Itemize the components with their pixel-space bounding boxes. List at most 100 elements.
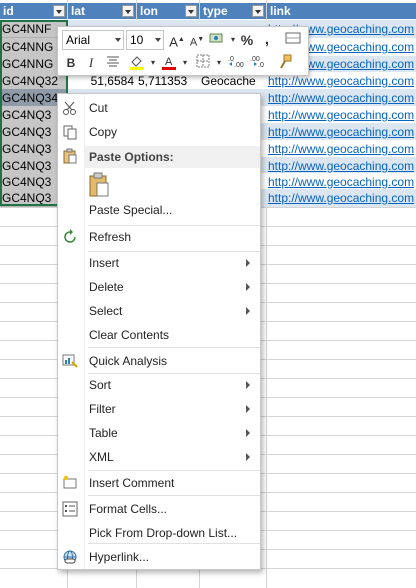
paste-options-heading: Paste Options: — [84, 146, 260, 168]
align-center-icon — [107, 56, 119, 67]
borders-icon — [196, 54, 210, 68]
percent-style-button[interactable]: % — [238, 31, 256, 49]
quick-analysis-icon — [62, 353, 78, 369]
menu-item-filter[interactable]: Filter — [58, 397, 260, 421]
font-color-dropdown[interactable]: ▾ — [176, 54, 194, 72]
accounting-format-icon — [209, 33, 223, 43]
menu-item-paste-special[interactable]: Paste Special... — [58, 198, 260, 222]
column-header-id[interactable]: id — [0, 3, 67, 19]
filter-dropdown-icon[interactable] — [53, 5, 65, 17]
menu-item-label: Table — [89, 426, 118, 440]
menu-item-label: Hyperlink... — [89, 550, 150, 564]
cell-link[interactable]: http://www.geocaching.com — [268, 123, 414, 141]
svg-text:.00: .00 — [234, 62, 244, 68]
column-header-label: id — [3, 4, 14, 18]
svg-text:.0: .0 — [258, 62, 264, 68]
format-painter-icon — [280, 54, 292, 69]
submenu-arrow-icon — [246, 307, 250, 315]
paint-bucket-icon — [130, 56, 144, 70]
paste-option-button[interactable] — [88, 172, 110, 198]
menu-item-insert[interactable]: Insert — [58, 251, 260, 275]
menu-item-label: XML — [89, 450, 114, 464]
column-header-type[interactable]: type — [200, 3, 266, 19]
font-size-select[interactable]: 10 — [126, 30, 164, 50]
menu-item-sort[interactable]: Sort — [58, 373, 260, 397]
menu-item-xml[interactable]: XML — [58, 445, 260, 469]
cell-link[interactable]: http://www.geocaching.com — [268, 89, 414, 107]
decrease-font-size-button[interactable]: A▼ — [188, 31, 206, 49]
column-header-lon[interactable]: lon — [137, 3, 199, 19]
column-header-label: link — [270, 4, 291, 18]
scissors-icon — [62, 100, 78, 116]
filter-dropdown-icon[interactable] — [185, 5, 197, 17]
column-header-label: type — [203, 4, 228, 18]
submenu-arrow-icon — [246, 429, 250, 437]
align-center-button[interactable] — [104, 54, 122, 72]
font-size-value: 10 — [130, 33, 144, 47]
context-menu: Cut Copy Paste Options: Paste Special...… — [57, 93, 261, 570]
menu-separator — [88, 347, 260, 348]
menu-item-label: Cut — [89, 101, 108, 115]
menu-separator — [88, 495, 260, 496]
menu-item-delete[interactable]: Delete — [58, 275, 260, 299]
copy-icon — [62, 124, 78, 140]
filter-dropdown-icon[interactable] — [122, 5, 134, 17]
merge-cells-icon — [285, 32, 301, 44]
submenu-arrow-icon — [246, 405, 250, 413]
refresh-icon — [62, 229, 78, 245]
menu-item-format-cells[interactable]: Format Cells... — [58, 497, 260, 521]
decrease-decimal-button[interactable]: .00.0 — [250, 54, 268, 72]
menu-item-select[interactable]: Select — [58, 299, 260, 323]
menu-item-refresh[interactable]: Refresh — [58, 225, 260, 249]
bold-button[interactable]: B — [62, 54, 80, 72]
borders-dropdown[interactable]: ▾ — [210, 54, 228, 72]
format-painter-button[interactable] — [276, 54, 294, 72]
decrease-decimal-icon: .00.0 — [250, 56, 264, 69]
cell-link[interactable]: http://www.geocaching.com — [268, 140, 414, 158]
menu-item-clear-contents[interactable]: Clear Contents — [58, 323, 260, 347]
merge-center-button[interactable] — [284, 31, 302, 49]
menu-item-label: Format Cells... — [89, 502, 168, 516]
new-comment-icon — [62, 475, 78, 491]
submenu-arrow-icon — [246, 381, 250, 389]
column-header-link[interactable]: link — [267, 3, 416, 19]
menu-item-quick-analysis[interactable]: Quick Analysis — [58, 349, 260, 373]
italic-button[interactable]: I — [82, 54, 100, 72]
menu-item-label: Sort — [89, 378, 112, 392]
menu-item-label: Pick From Drop-down List... — [89, 526, 238, 540]
hyperlink-icon — [62, 549, 78, 565]
format-cells-icon — [62, 501, 78, 517]
menu-item-copy[interactable]: Copy — [58, 120, 260, 144]
menu-item-table[interactable]: Table — [58, 421, 260, 445]
chevron-down-icon — [155, 38, 161, 42]
menu-item-label: Insert — [89, 256, 120, 270]
menu-separator — [88, 543, 260, 544]
menu-item-label: Select — [89, 304, 123, 318]
menu-item-label: Clear Contents — [89, 328, 170, 342]
menu-item-cut[interactable]: Cut — [58, 96, 260, 120]
font-name-value: Arial — [66, 33, 91, 47]
column-header-label: lon — [140, 4, 158, 18]
cell-link[interactable]: http://www.geocaching.com — [268, 189, 414, 207]
increase-font-icon: A — [169, 34, 178, 50]
menu-item-pick-from-list[interactable]: Pick From Drop-down List... — [58, 521, 260, 545]
clipboard-icon — [62, 148, 78, 164]
menu-item-hyperlink[interactable]: Hyperlink... — [58, 545, 260, 569]
filter-dropdown-icon[interactable] — [252, 5, 264, 17]
menu-item-label: Quick Analysis — [89, 354, 168, 368]
font-name-select[interactable]: Arial — [62, 30, 124, 50]
increase-decimal-icon: .0.00 — [228, 56, 244, 69]
comma-style-button[interactable]: , — [258, 31, 276, 49]
increase-font-size-button[interactable]: A▲ — [168, 31, 186, 49]
menu-item-label: Paste Special... — [89, 203, 173, 217]
menu-item-label: Insert Comment — [89, 476, 175, 490]
svg-text:A: A — [165, 56, 173, 68]
submenu-arrow-icon — [246, 259, 250, 267]
column-header-lat[interactable]: lat — [68, 3, 136, 19]
increase-decimal-button[interactable]: .0.00 — [228, 54, 246, 72]
menu-item-insert-comment[interactable]: Insert Comment — [58, 471, 260, 495]
font-color-icon: A — [162, 56, 176, 70]
paste-clipboard-icon — [89, 172, 109, 197]
cell-link[interactable]: http://www.geocaching.com — [268, 106, 414, 124]
mini-toolbar: Arial 10 A▲ A▼ ▾ % , B I ▾ A ▾ ▾ .0.00 .… — [57, 26, 309, 76]
